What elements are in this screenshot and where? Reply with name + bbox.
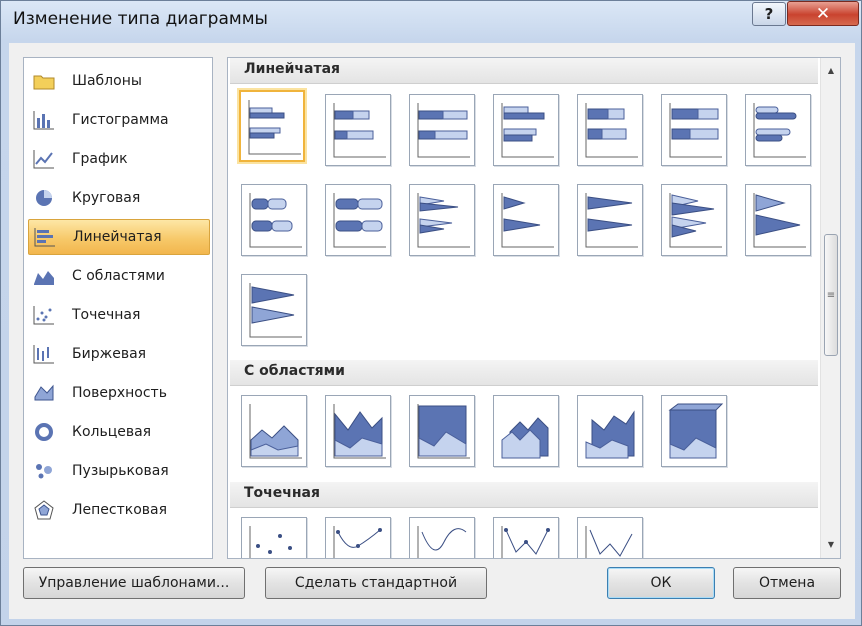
stacked-pyramid-bar-thumb[interactable] <box>745 184 811 256</box>
category-area[interactable]: С областями <box>28 258 210 294</box>
dialog-title: Изменение типа диаграммы <box>13 9 268 29</box>
section-header-bar: Линейчатая <box>230 58 818 84</box>
chart-category-list: Шаблоны Гистограмма График Круговая Лине… <box>23 57 213 559</box>
cylinder-bar-thumb[interactable] <box>745 94 811 166</box>
category-line[interactable]: График <box>28 141 210 177</box>
column-chart-icon <box>32 109 56 131</box>
3d-clustered-bar-thumb[interactable] <box>493 94 559 166</box>
stacked-100-cylinder-bar-thumb[interactable] <box>325 184 391 256</box>
category-bar[interactable]: Линейчатая <box>28 219 210 255</box>
category-label: Биржевая <box>72 346 147 362</box>
category-label: График <box>72 151 128 167</box>
scatter-markers-thumb[interactable] <box>241 517 307 558</box>
category-column[interactable]: Гистограмма <box>28 102 210 138</box>
category-label: Точечная <box>72 307 141 323</box>
section-header-scatter: Точечная <box>230 482 818 508</box>
section-title: Линейчатая <box>244 61 341 77</box>
area-thumb[interactable] <box>241 395 307 467</box>
stock-chart-icon <box>32 343 56 365</box>
dialog-body: Шаблоны Гистограмма График Круговая Лине… <box>9 43 855 619</box>
category-label: Гистограмма <box>72 112 169 128</box>
category-stock[interactable]: Биржевая <box>28 336 210 372</box>
category-templates[interactable]: Шаблоны <box>28 63 210 99</box>
category-pie[interactable]: Круговая <box>28 180 210 216</box>
set-as-default-button[interactable]: Сделать стандартной <box>265 567 487 599</box>
category-label: Круговая <box>72 190 141 206</box>
section-header-area: С областями <box>230 360 818 386</box>
stacked-100-area-thumb[interactable] <box>409 395 475 467</box>
stacked-cone-bar-thumb[interactable] <box>493 184 559 256</box>
chart-subtype-gallery: Линейчатая С областями Точечная ▲ ≡ ▼ <box>227 57 841 559</box>
scatter-smooth-markers-thumb[interactable] <box>325 517 391 558</box>
scatter-smooth-thumb[interactable] <box>409 517 475 558</box>
cancel-button[interactable]: Отмена <box>733 567 841 599</box>
category-label: Поверхность <box>72 385 167 401</box>
radar-chart-icon <box>32 499 56 521</box>
bar-chart-icon <box>33 226 57 248</box>
folder-icon <box>32 70 56 92</box>
category-label: Линейчатая <box>73 229 162 245</box>
manage-templates-button[interactable]: Управление шаблонами... <box>23 567 245 599</box>
stacked-area-thumb[interactable] <box>325 395 391 467</box>
stacked-cylinder-bar-thumb[interactable] <box>241 184 307 256</box>
category-surface[interactable]: Поверхность <box>28 375 210 411</box>
scroll-up-arrow-icon[interactable]: ▲ <box>823 62 839 78</box>
surface-chart-icon <box>32 382 56 404</box>
help-button[interactable]: ? <box>752 2 786 26</box>
category-label: Шаблоны <box>72 73 142 89</box>
3d-stacked-bar-thumb[interactable] <box>577 94 643 166</box>
category-label: Пузырьковая <box>72 463 169 479</box>
scroll-down-arrow-icon[interactable]: ▼ <box>823 536 839 552</box>
category-doughnut[interactable]: Кольцевая <box>28 414 210 450</box>
category-label: С областями <box>72 268 165 284</box>
section-title: Точечная <box>244 485 320 501</box>
stacked-100-bar-thumb[interactable] <box>409 94 475 166</box>
change-chart-type-dialog: Изменение типа диаграммы ? ✕ Шаблоны Гис… <box>0 0 862 626</box>
line-chart-icon <box>32 148 56 170</box>
category-label: Кольцевая <box>72 424 152 440</box>
cone-bar-thumb[interactable] <box>409 184 475 256</box>
category-label: Лепестковая <box>72 502 168 518</box>
scroll-thumb[interactable]: ≡ <box>824 234 838 356</box>
vertical-scrollbar[interactable]: ▲ ≡ ▼ <box>820 58 840 558</box>
bubble-chart-icon <box>32 460 56 482</box>
stacked-100-cone-bar-thumb[interactable] <box>577 184 643 256</box>
area-chart-icon <box>32 265 56 287</box>
scatter-straight-thumb[interactable] <box>577 517 643 558</box>
scatter-chart-icon <box>32 304 56 326</box>
category-radar[interactable]: Лепестковая <box>28 492 210 528</box>
pyramid-bar-thumb[interactable] <box>661 184 727 256</box>
stacked-100-pyramid-bar-thumb[interactable] <box>241 274 307 346</box>
close-button[interactable]: ✕ <box>787 1 859 26</box>
ok-button[interactable]: ОК <box>607 567 715 599</box>
category-bubble[interactable]: Пузырьковая <box>28 453 210 489</box>
doughnut-chart-icon <box>32 421 56 443</box>
3d-stacked-area-thumb[interactable] <box>577 395 643 467</box>
pie-chart-icon <box>32 187 56 209</box>
3d-stacked-100-bar-thumb[interactable] <box>661 94 727 166</box>
category-scatter[interactable]: Точечная <box>28 297 210 333</box>
title-bar: Изменение типа диаграммы ? ✕ <box>1 1 861 43</box>
stacked-bar-thumb[interactable] <box>325 94 391 166</box>
3d-stacked-100-area-thumb[interactable] <box>661 395 727 467</box>
scatter-straight-markers-thumb[interactable] <box>493 517 559 558</box>
clustered-bar-thumb[interactable] <box>239 90 305 162</box>
section-title: С областями <box>244 363 345 379</box>
3d-area-thumb[interactable] <box>493 395 559 467</box>
